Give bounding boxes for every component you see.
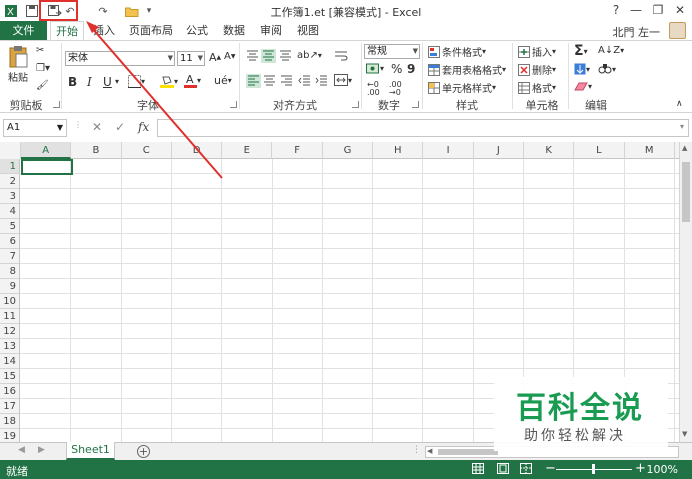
watermark-subtitle: 助你轻松解决 [524, 428, 626, 444]
watermark-title: 百科全说 [516, 391, 644, 426]
excel-window: X ↶ ↷ ▾ 工作簿1.et [兼容模式] - Excel ? — ❐ ✕ 文… [0, 0, 692, 479]
watermark: 百科全说 助你轻松解决 [494, 377, 668, 451]
